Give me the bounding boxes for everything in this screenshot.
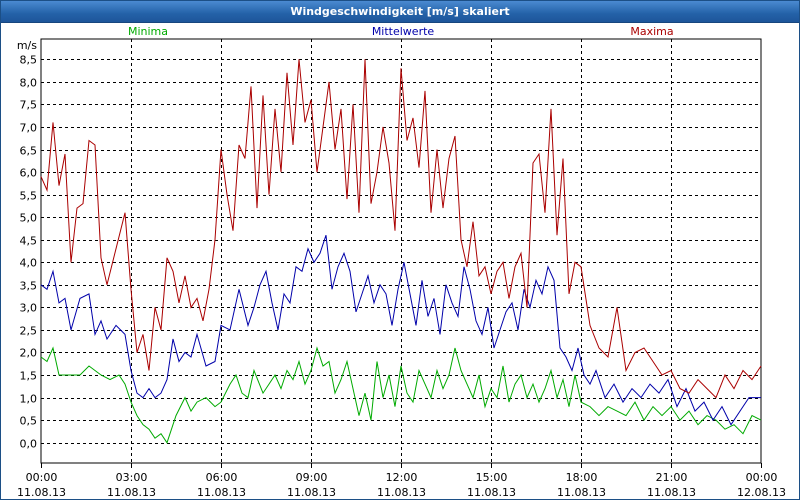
x-tick-time-label: 18:00 xyxy=(566,471,598,484)
y-tick-label: 5,5 xyxy=(20,190,38,203)
y-tick-label: 8,0 xyxy=(20,77,38,90)
x-tick-time-label: 12:00 xyxy=(386,471,418,484)
x-tick-time-label: 03:00 xyxy=(116,471,148,484)
chart-window: Windgeschwindigkeit [m/s] skaliert 0,0 0,… xyxy=(0,0,800,500)
x-tick-date-label: 11.08.13 xyxy=(647,486,696,499)
y-tick-label: 4,5 xyxy=(20,235,38,248)
x-tick-date-label: 11.08.13 xyxy=(287,486,336,499)
x-tick-date-label: 11.08.13 xyxy=(467,486,516,499)
legend-entry-mittelwerte: Mittelwerte xyxy=(372,25,435,38)
x-tick-date-label: 12.08.13 xyxy=(737,486,786,499)
x-tick-time-label: 09:00 xyxy=(296,471,328,484)
y-tick-label: 0,5 xyxy=(20,415,38,428)
x-tick-time-label: 00:00 xyxy=(26,471,58,484)
y-tick-label: 1,5 xyxy=(20,370,38,383)
y-tick-label: 4,0 xyxy=(20,257,38,270)
x-tick-time-label: 21:00 xyxy=(656,471,688,484)
y-axis-label: m/s xyxy=(17,39,37,52)
y-tick-label: 2,0 xyxy=(20,347,38,360)
legend-entry-maxima: Maxima xyxy=(630,25,673,38)
y-tick-label: 6,5 xyxy=(20,145,38,158)
x-tick-date-label: 11.08.13 xyxy=(377,486,426,499)
x-tick-date-label: 11.08.13 xyxy=(107,486,156,499)
y-tick-label: 6,0 xyxy=(20,167,38,180)
legend-entry-minima: Minima xyxy=(128,25,168,38)
y-tick-label: 5,0 xyxy=(20,212,38,225)
window-title: Windgeschwindigkeit [m/s] skaliert xyxy=(290,5,510,18)
y-tick-label: 8,5 xyxy=(20,54,38,67)
x-tick-date-label: 11.08.13 xyxy=(557,486,606,499)
y-tick-label: 3,5 xyxy=(20,280,38,293)
title-bar: Windgeschwindigkeit [m/s] skaliert xyxy=(1,1,799,23)
y-tick-label: 0,0 xyxy=(20,438,38,451)
y-tick-label: 1,0 xyxy=(20,393,38,406)
y-tick-label: 7,5 xyxy=(20,99,38,112)
x-tick-date-label: 11.08.13 xyxy=(197,486,246,499)
x-tick-time-label: 00:00 xyxy=(746,471,778,484)
x-tick-date-label: 11.08.13 xyxy=(17,486,66,499)
x-tick-time-label: 15:00 xyxy=(476,471,508,484)
y-tick-label: 7,0 xyxy=(20,122,38,135)
wind-speed-chart: 0,0 0,5 1,0 1,5 2,0 2,5 3,0 3,5 4,0 4,5 5,0 5,5 6,0 6… xyxy=(17,25,786,499)
y-tick-label: 2,5 xyxy=(20,325,38,338)
x-tick-time-label: 06:00 xyxy=(206,471,238,484)
y-tick-label: 3,0 xyxy=(20,302,38,315)
